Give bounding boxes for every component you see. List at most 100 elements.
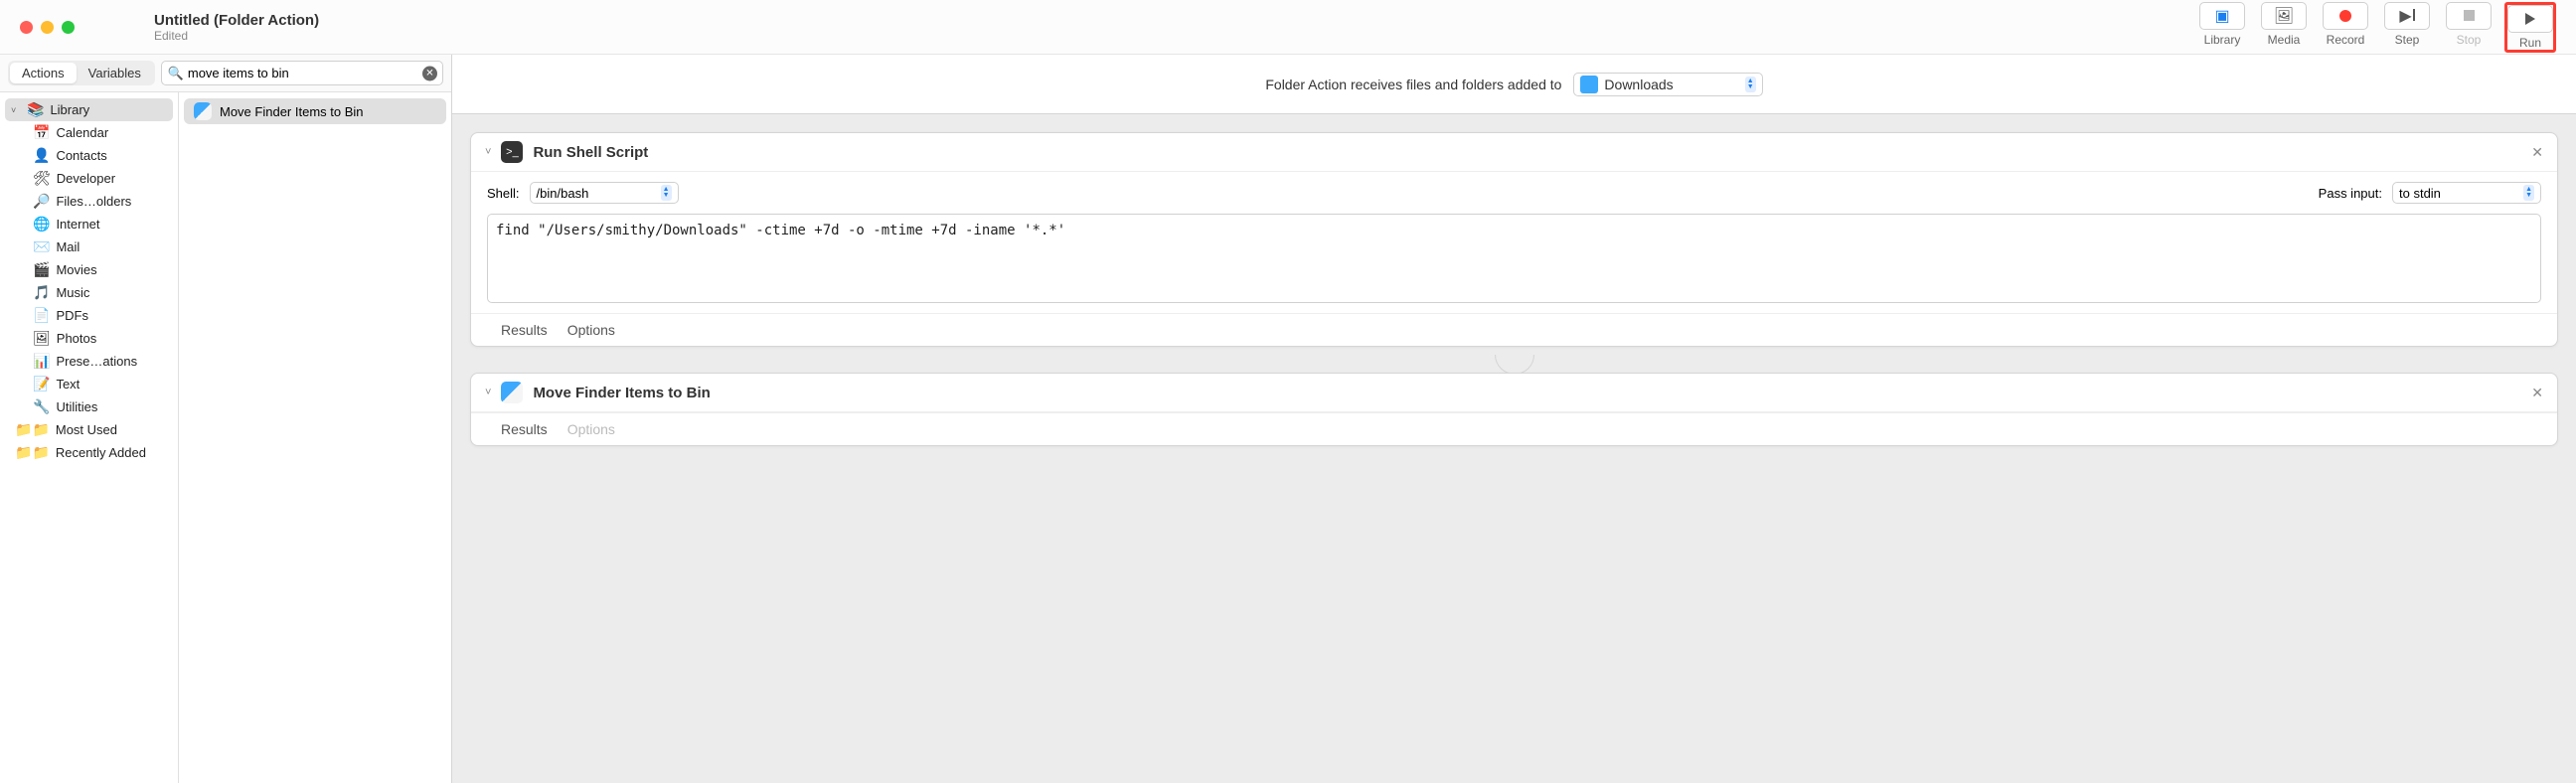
action-results: Move Finder Items to Bin	[179, 92, 451, 783]
chevron-down-icon[interactable]: ˅	[485, 387, 491, 398]
minimize-window-button[interactable]	[41, 21, 54, 34]
workflow-header-text: Folder Action receives files and folders…	[1265, 77, 1561, 92]
library-toolbar-button[interactable]: ▣ Library	[2196, 2, 2248, 47]
close-icon[interactable]: ✕	[2531, 385, 2543, 401]
options-tab: Options	[567, 421, 615, 437]
stop-toolbar-button[interactable]: Stop	[2443, 2, 2495, 47]
title-block: Untitled (Folder Action) Edited	[154, 12, 319, 43]
sidebar-tabs: Actions Variables	[8, 61, 155, 85]
pass-input-value: to stdin	[2399, 186, 2441, 201]
action-run-shell-script[interactable]: ˅ >_ Run Shell Script ✕ Shell: /bin/bash…	[470, 132, 2558, 347]
terminal-icon: >_	[501, 141, 523, 163]
media-icon: 🖼	[2274, 6, 2294, 26]
finder-icon	[33, 193, 50, 210]
search-input[interactable]	[161, 61, 443, 85]
tree-item-calendar[interactable]: Calendar	[5, 121, 173, 144]
action-title: Run Shell Script	[533, 144, 648, 161]
library-icon: ▣	[2214, 6, 2229, 26]
script-textarea[interactable]: find "/Users/smithy/Downloads" -ctime +7…	[487, 214, 2541, 303]
step-icon: ▶	[2399, 6, 2414, 26]
clear-search-icon[interactable]: ✕	[422, 66, 437, 80]
shell-select[interactable]: /bin/bash ▲▼	[530, 182, 679, 204]
tree-item-files[interactable]: Files…olders	[5, 190, 173, 213]
workflow-canvas[interactable]: ˅ >_ Run Shell Script ✕ Shell: /bin/bash…	[452, 114, 2576, 783]
folder-name: Downloads	[1604, 77, 1673, 92]
developer-icon	[33, 170, 51, 187]
record-toolbar-button[interactable]: Record	[2320, 2, 2371, 47]
toolbar: ▣ Library 🖼 Media Record ▶ Step Stop Run	[2196, 2, 2556, 53]
finder-icon	[194, 102, 212, 120]
search-wrap: 🔍 ✕	[161, 61, 443, 85]
tab-variables[interactable]: Variables	[77, 63, 153, 83]
close-icon[interactable]: ✕	[2531, 144, 2543, 161]
action-title: Move Finder Items to Bin	[533, 385, 710, 401]
calendar-icon	[33, 124, 50, 141]
pass-input-select[interactable]: to stdin ▲▼	[2392, 182, 2541, 204]
results-tab[interactable]: Results	[501, 421, 548, 437]
chevron-updown-icon: ▲▼	[1745, 77, 1756, 92]
window-subtitle: Edited	[154, 29, 319, 43]
step-toolbar-button[interactable]: ▶ Step	[2381, 2, 2433, 47]
tree-item-photos[interactable]: Photos	[5, 327, 173, 350]
folder-icon: 📁	[15, 421, 50, 438]
result-label: Move Finder Items to Bin	[220, 104, 364, 119]
tree-item-internet[interactable]: Internet	[5, 213, 173, 235]
shell-value: /bin/bash	[537, 186, 589, 201]
text-icon	[33, 376, 50, 392]
folder-icon: 📁	[15, 444, 50, 461]
photos-icon	[33, 330, 51, 347]
titlebar: Untitled (Folder Action) Edited ▣ Librar…	[0, 0, 2576, 55]
tree-item-utilities[interactable]: Utilities	[5, 395, 173, 418]
tree-item-pdfs[interactable]: PDFs	[5, 304, 173, 327]
contacts-icon	[33, 147, 50, 164]
movies-icon	[33, 261, 50, 278]
record-icon	[2339, 10, 2351, 22]
tree-item-movies[interactable]: Movies	[5, 258, 173, 281]
tree-item-contacts[interactable]: Contacts	[5, 144, 173, 167]
traffic-lights	[20, 21, 75, 34]
pass-input-label: Pass input:	[2319, 186, 2382, 201]
shell-label: Shell:	[487, 186, 520, 201]
tree-item-mail[interactable]: Mail	[5, 235, 173, 258]
sidebar-top: Actions Variables 🔍 ✕	[0, 55, 451, 92]
search-icon: 🔍	[168, 66, 184, 81]
workflow-header: Folder Action receives files and folders…	[452, 55, 2576, 114]
tree-item-recently-added[interactable]: 📁Recently Added	[5, 441, 173, 464]
options-tab[interactable]: Options	[567, 322, 615, 338]
tree-item-text[interactable]: Text	[5, 373, 173, 395]
tab-actions[interactable]: Actions	[10, 63, 77, 83]
window-title: Untitled (Folder Action)	[154, 12, 319, 29]
library-tree: ˅ Library Calendar Contacts Developer Fi…	[0, 92, 179, 783]
run-toolbar-button[interactable]: Run	[2504, 2, 2556, 53]
play-icon	[2525, 13, 2535, 25]
close-window-button[interactable]	[20, 21, 33, 34]
finder-icon	[501, 382, 523, 403]
folder-select[interactable]: Downloads ▲▼	[1573, 73, 1762, 96]
tree-item-presentations[interactable]: Prese…ations	[5, 350, 173, 373]
results-tab[interactable]: Results	[501, 322, 548, 338]
sidebar: Actions Variables 🔍 ✕ ˅ Library Calendar…	[0, 55, 452, 783]
result-move-finder-items[interactable]: Move Finder Items to Bin	[184, 98, 446, 124]
fullscreen-window-button[interactable]	[62, 21, 75, 34]
chevron-down-icon: ˅	[11, 105, 21, 115]
folder-icon	[1580, 76, 1598, 93]
chevron-updown-icon: ▲▼	[2523, 185, 2534, 201]
pdf-icon	[33, 307, 50, 324]
stop-icon	[2464, 10, 2475, 21]
chevron-down-icon[interactable]: ˅	[485, 146, 491, 158]
mail-icon	[33, 238, 50, 255]
library-root-label: Library	[50, 102, 89, 117]
presentations-icon	[33, 353, 50, 370]
utilities-icon	[33, 398, 50, 415]
action-move-finder-items[interactable]: ˅ Move Finder Items to Bin ✕ Results Opt…	[470, 373, 2558, 446]
tree-item-developer[interactable]: Developer	[5, 167, 173, 190]
internet-icon	[33, 216, 50, 233]
tree-item-music[interactable]: Music	[5, 281, 173, 304]
tree-item-most-used[interactable]: 📁Most Used	[5, 418, 173, 441]
music-icon	[33, 284, 50, 301]
library-root[interactable]: ˅ Library	[5, 98, 173, 121]
library-icon	[27, 101, 44, 118]
chevron-updown-icon: ▲▼	[661, 185, 672, 201]
media-toolbar-button[interactable]: 🖼 Media	[2258, 2, 2310, 47]
workflow-area: Folder Action receives files and folders…	[452, 55, 2576, 783]
